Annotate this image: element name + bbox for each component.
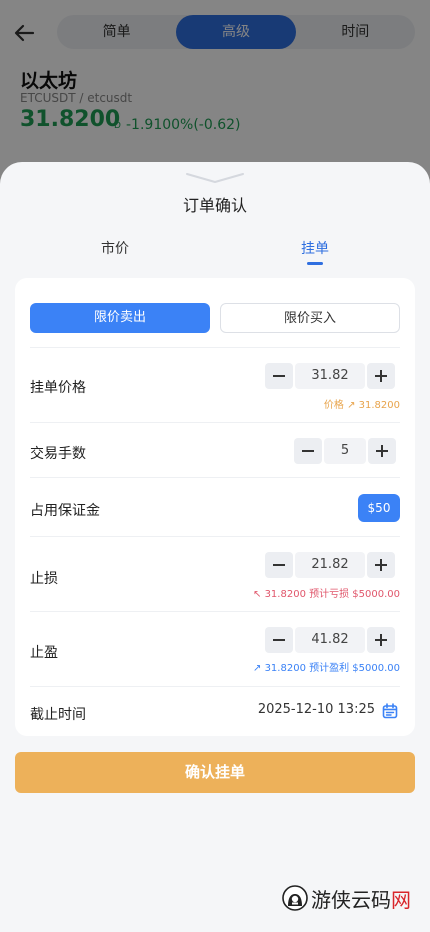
price-input[interactable]: 31.82	[295, 363, 365, 389]
plus-icon[interactable]	[367, 627, 395, 653]
watermark-text: 游侠云码网	[311, 884, 411, 913]
stop-loss-stepper: 21.82	[265, 552, 395, 578]
take-profit-stepper: 41.82	[265, 627, 395, 653]
stop-loss-input[interactable]: 21.82	[295, 552, 365, 578]
divider	[30, 536, 400, 537]
lots-input[interactable]: 5	[324, 438, 366, 464]
order-type-tabs: 市价 挂单	[0, 238, 430, 272]
tab-limit[interactable]: 挂单	[265, 238, 365, 258]
take-profit-label: 止盈	[30, 645, 58, 661]
divider	[30, 422, 400, 423]
deadline-label: 截止时间	[30, 707, 86, 723]
hacker-mask-logo-icon	[282, 885, 308, 911]
margin-label: 占用保证金	[30, 503, 100, 519]
calendar-icon[interactable]	[382, 703, 398, 719]
limit-buy-button[interactable]: 限价买入	[220, 303, 400, 333]
tab-market[interactable]: 市价	[65, 238, 165, 258]
lots-label: 交易手数	[30, 446, 86, 462]
watermark-main: 游侠云码	[311, 887, 391, 912]
price-label: 挂单价格	[30, 380, 86, 396]
minus-icon[interactable]	[265, 552, 293, 578]
confirm-order-button[interactable]: 确认挂单	[15, 752, 415, 793]
plus-icon[interactable]	[368, 438, 396, 464]
minus-icon[interactable]	[265, 363, 293, 389]
watermark: 游侠云码网	[282, 883, 411, 913]
limit-sell-button[interactable]: 限价卖出	[30, 303, 210, 333]
take-profit-input[interactable]: 41.82	[295, 627, 365, 653]
divider	[30, 477, 400, 478]
divider	[30, 347, 400, 348]
minus-icon[interactable]	[294, 438, 322, 464]
lots-stepper: 5	[294, 438, 396, 464]
sheet-title: 订单确认	[182, 196, 247, 215]
stop-loss-hint: ↖ 31.8200 预计亏损 $5000.00	[253, 589, 400, 600]
stop-loss-label: 止损	[30, 571, 58, 587]
plus-icon[interactable]	[367, 363, 395, 389]
price-hint: 价格 ↗ 31.8200	[323, 400, 400, 411]
order-form-card: 限价卖出 限价买入 挂单价格 31.82 价格 ↗ 31.8200 交易手数 5…	[15, 278, 415, 736]
watermark-accent: 网	[391, 887, 411, 912]
divider	[30, 611, 400, 612]
order-confirm-sheet: 订单确认 市价 挂单 限价卖出 限价买入 挂单价格 31.82 价格 ↗ 31.…	[0, 162, 430, 932]
deadline-value[interactable]: 2025-12-10 13:25	[258, 702, 375, 717]
minus-icon[interactable]	[265, 627, 293, 653]
plus-icon[interactable]	[367, 552, 395, 578]
divider	[30, 686, 400, 687]
take-profit-hint: ↗ 31.8200 预计盈利 $5000.00	[253, 663, 400, 674]
price-stepper: 31.82	[265, 363, 395, 389]
tab-underline	[307, 262, 323, 265]
collapse-handle-icon[interactable]	[185, 172, 245, 184]
margin-value-badge: $50	[358, 494, 400, 522]
